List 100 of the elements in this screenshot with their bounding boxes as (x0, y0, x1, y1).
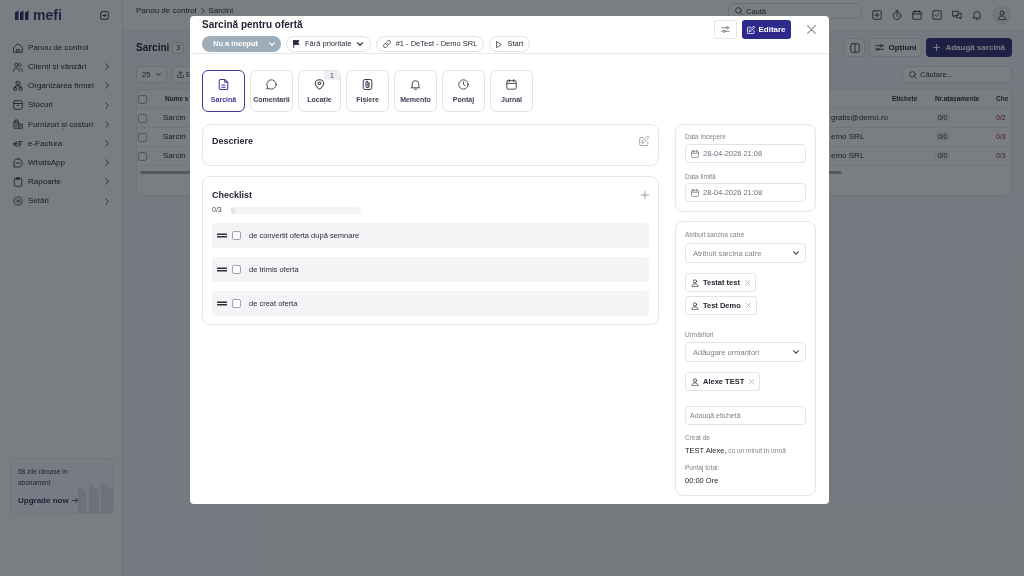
remove-icon[interactable] (745, 303, 751, 308)
table-cell: Sarcin (163, 151, 186, 161)
logo-text: mefi (33, 9, 62, 21)
chat-bubble-icon (266, 79, 277, 90)
arrow-right-icon (71, 498, 78, 504)
chevron-right-icon (105, 101, 109, 109)
settings-icon (13, 196, 23, 207)
edit-icon[interactable] (639, 136, 649, 146)
user-icon (691, 301, 699, 310)
table-cell: Sarcin (163, 132, 186, 142)
org-chart-icon (13, 80, 23, 91)
link-icon (382, 40, 391, 48)
page-title: Sarcini (136, 41, 170, 54)
sidebar-item[interactable]: Rapoarte (13, 172, 109, 192)
user-icon (691, 278, 699, 287)
drag-handle-icon[interactable] (217, 233, 227, 238)
columns-icon (849, 42, 860, 53)
map-pin-icon (314, 79, 325, 90)
play-icon (496, 40, 503, 48)
flag-icon (293, 40, 300, 48)
row-checkbox[interactable] (138, 113, 147, 123)
chevron-right-icon (105, 120, 109, 128)
drag-handle-icon[interactable] (217, 267, 227, 272)
chevron-down-icon (793, 350, 799, 354)
clipboard-icon (13, 176, 23, 187)
chat-bubble-icon (13, 157, 23, 168)
sliders-icon (721, 25, 730, 34)
upgrade-link[interactable]: Upgrade now (18, 496, 78, 506)
upload-icon (177, 71, 184, 78)
clock-icon (458, 79, 469, 90)
bell-icon (410, 79, 421, 90)
search-icon (909, 70, 917, 79)
add-icon[interactable] (641, 191, 649, 199)
chevron-right-icon (105, 197, 109, 205)
breadcrumb-link[interactable]: Panou de control (136, 5, 197, 16)
options-button[interactable]: Opțiuni (869, 38, 923, 57)
row-checkbox[interactable] (138, 132, 147, 142)
filter-button[interactable] (714, 20, 737, 39)
user-avatar-icon[interactable] (993, 6, 1011, 24)
calendar-icon (691, 188, 699, 197)
chevron-down-icon (793, 251, 799, 255)
sidebar-item[interactable]: e-Factura (13, 133, 109, 154)
edit-button[interactable]: Editare (742, 20, 791, 39)
document-icon (218, 79, 229, 90)
sidebar-item[interactable]: Stocuri (13, 95, 109, 115)
collapse-sidebar-icon[interactable] (100, 10, 109, 20)
check-square-icon[interactable] (932, 10, 942, 20)
bell-icon[interactable] (972, 10, 982, 20)
close-icon[interactable] (807, 25, 816, 34)
item-checkbox[interactable] (232, 265, 241, 274)
table-cell: emo SRL (831, 132, 865, 142)
archive-box-icon (13, 100, 23, 111)
sidebar-item[interactable]: Clienți și vânzări (13, 57, 109, 77)
user-icon (691, 377, 699, 386)
remove-icon[interactable] (749, 379, 755, 384)
chevron-right-icon (105, 82, 109, 90)
calendar-icon (506, 79, 517, 90)
dialog-title: Sarcină pentru ofertă (202, 19, 304, 31)
calendar-icon (691, 149, 699, 158)
sidebar-item[interactable]: WhatsApp (13, 153, 109, 173)
chevron-right-icon (105, 140, 109, 148)
chat-bubbles-icon[interactable] (952, 10, 962, 20)
plus-icon (933, 44, 941, 51)
add-task-button[interactable]: Adaugă sarcină (926, 38, 1012, 57)
sidebar-item[interactable]: Furnizori și costuri (13, 114, 109, 134)
sidebar-item[interactable]: Panou de control (13, 38, 109, 58)
chevron-right-icon (105, 159, 109, 167)
home-icon (13, 42, 23, 53)
ef-symbol-icon (13, 138, 23, 149)
item-checkbox[interactable] (232, 299, 241, 308)
sidebar-item[interactable]: Setări (13, 191, 109, 211)
paperclip-file-icon (362, 79, 373, 90)
item-checkbox[interactable] (232, 231, 241, 240)
columns-button[interactable] (844, 38, 866, 57)
buildings-icon (13, 119, 23, 130)
select-all-checkbox[interactable] (138, 94, 147, 104)
section-title: Checklist (212, 189, 253, 201)
chevron-right-icon (105, 178, 109, 186)
calendar-icon[interactable] (912, 10, 922, 20)
chevron-down-icon (356, 42, 363, 46)
table-cell: emo SRL (831, 151, 865, 161)
row-checkbox[interactable] (138, 151, 147, 161)
chevron-down-icon (269, 42, 275, 46)
chevron-right-icon (200, 7, 205, 14)
table-cell: gratis@demo.ro (831, 113, 889, 123)
caret-down-icon (156, 73, 161, 76)
sidebar-item[interactable]: Organizarea firmei (13, 76, 109, 96)
chevron-right-icon (105, 63, 109, 71)
drag-handle-icon[interactable] (217, 301, 227, 306)
pencil-square-icon (747, 25, 756, 34)
logo-mark-icon (15, 10, 30, 20)
breadcrumb-current: Sarcini (208, 5, 233, 16)
search-icon (735, 7, 743, 15)
users-icon (13, 61, 23, 72)
section-title: Descriere (212, 136, 254, 147)
plus-square-icon[interactable] (872, 10, 882, 20)
stopwatch-icon[interactable] (892, 10, 902, 20)
remove-icon[interactable] (744, 280, 750, 285)
table-cell: Sarcin (163, 113, 186, 123)
sliders-icon (875, 43, 885, 52)
